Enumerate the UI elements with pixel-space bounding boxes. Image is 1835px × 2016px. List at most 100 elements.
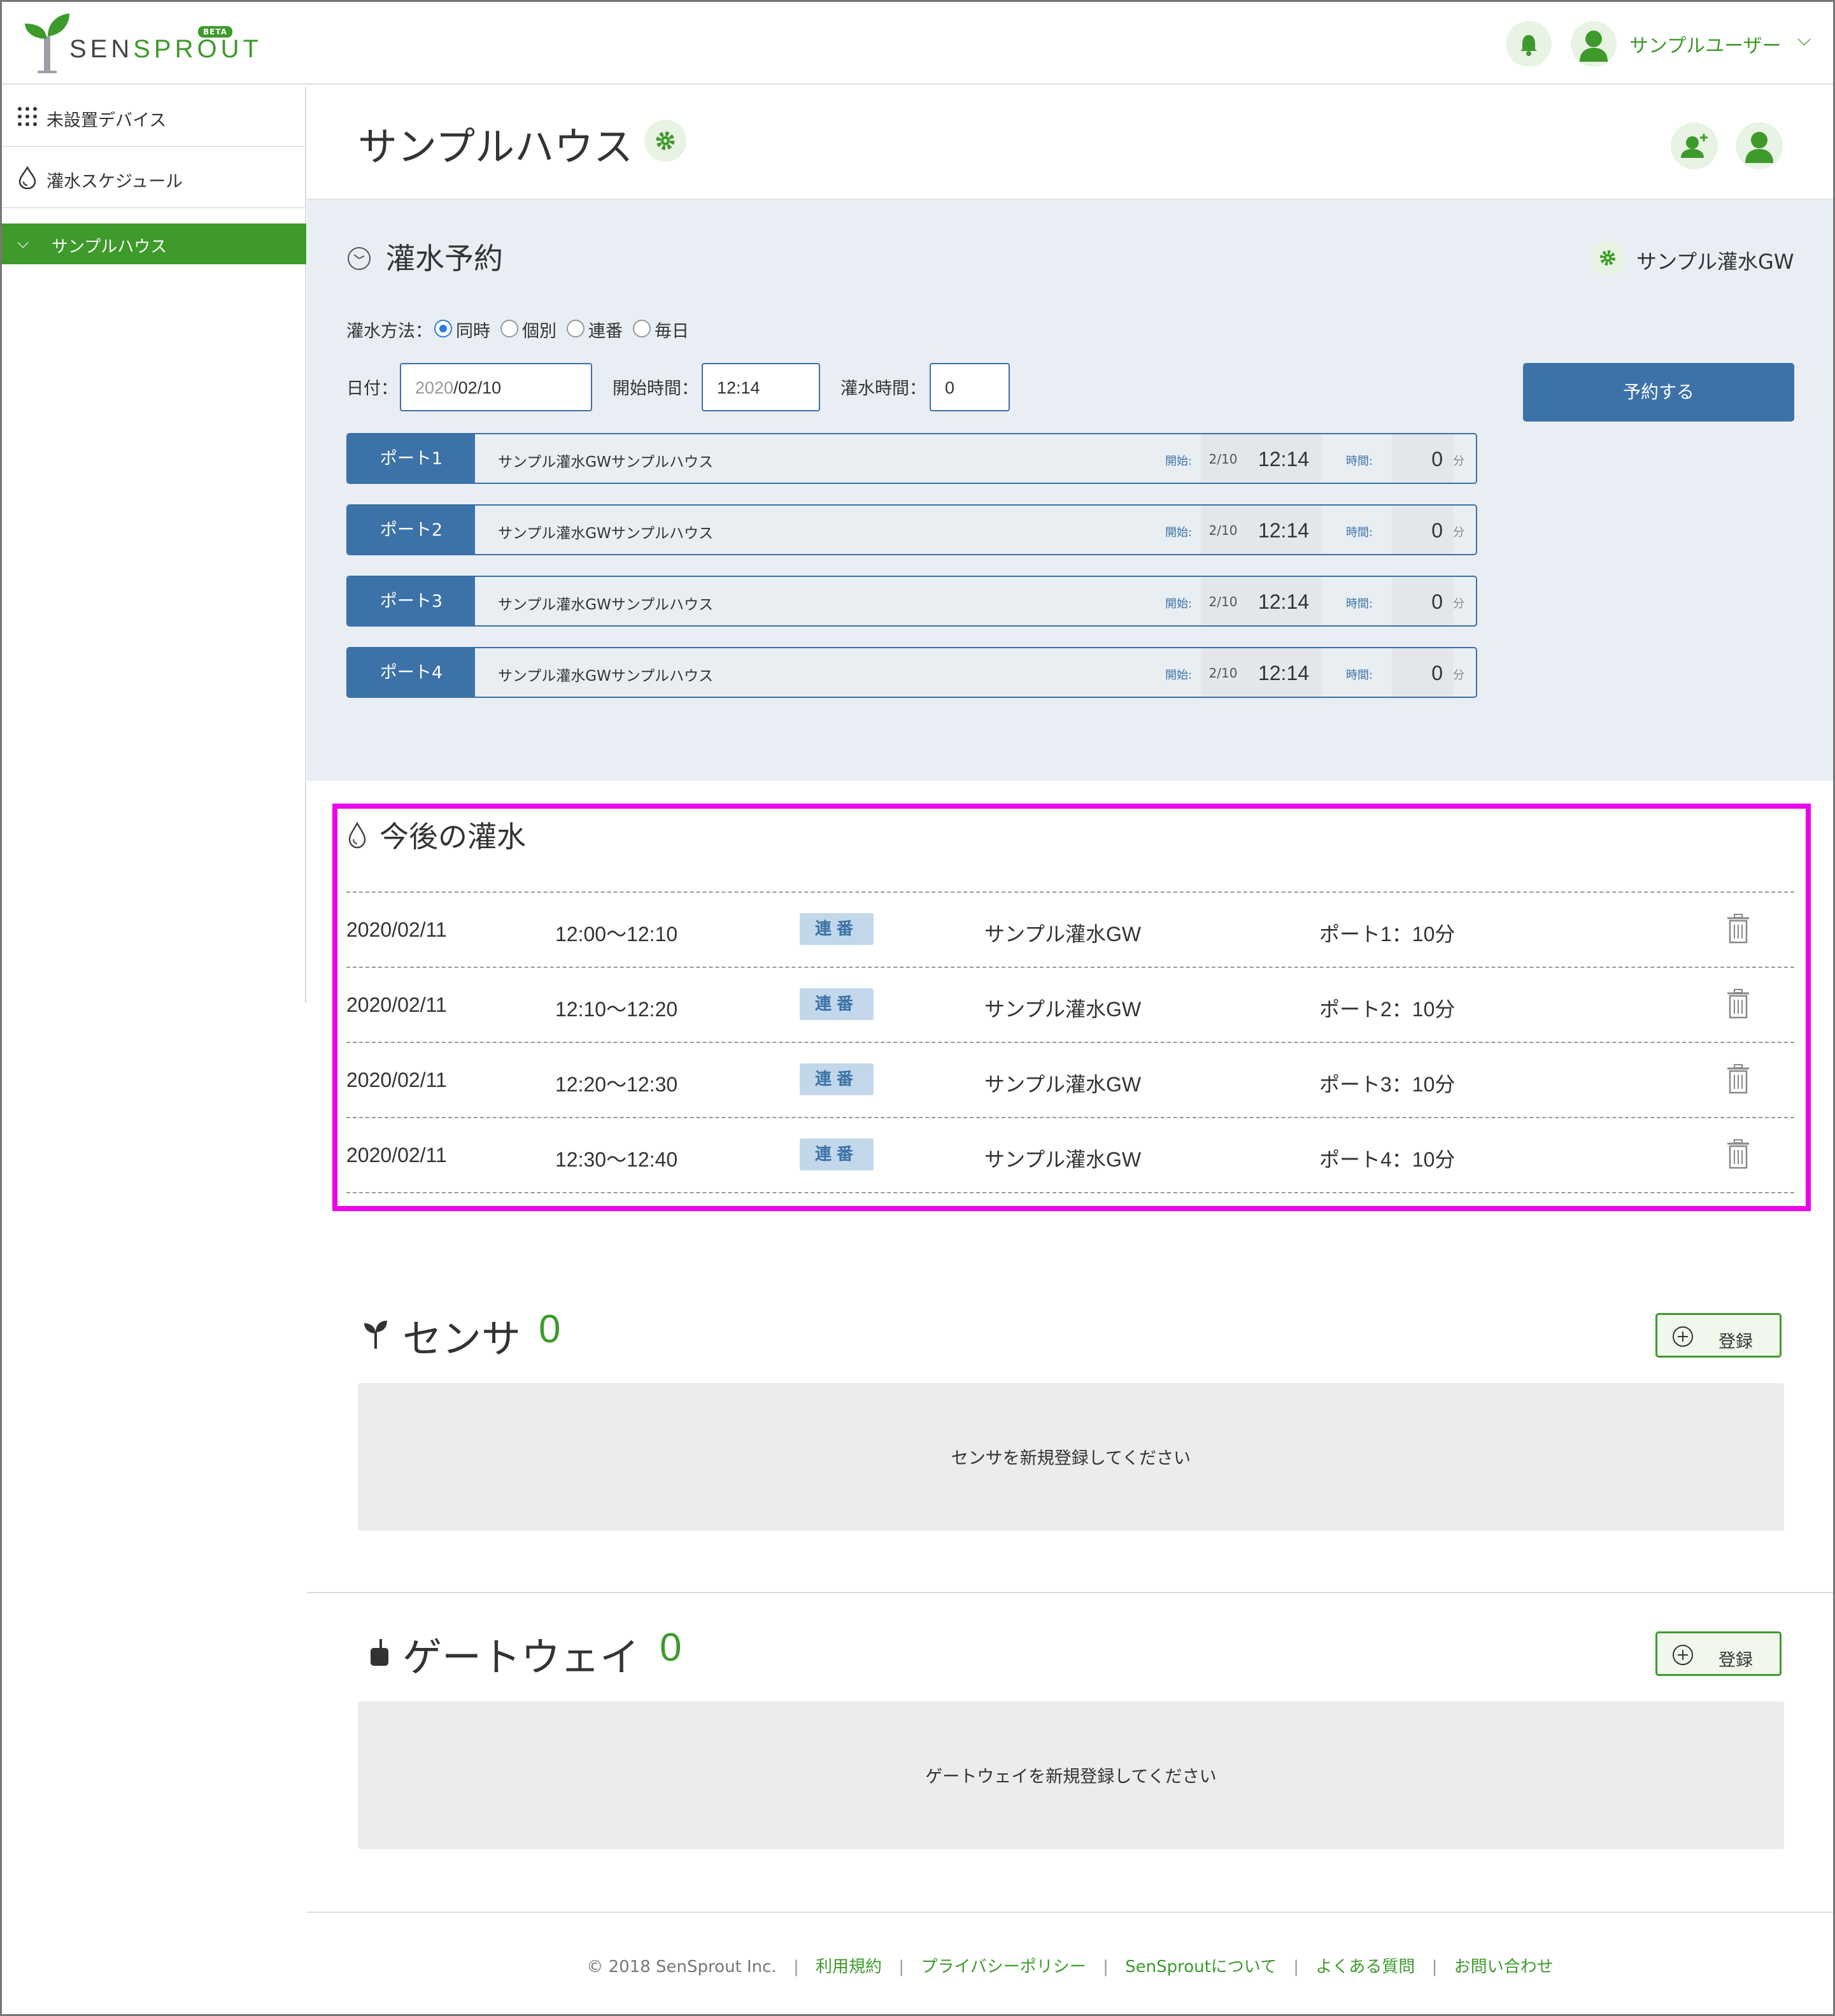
footer: © 2018 SenSprout Inc. | 利用規約 | プライバシーポリシ… [307, 1954, 1833, 1977]
user-avatar[interactable] [1571, 21, 1617, 67]
sensors-title: センサ [402, 1316, 521, 1362]
sidebar-item-irrigation-schedule[interactable]: 灌水スケジュール [2, 147, 305, 208]
upcoming-title: 今後の灌水 [379, 820, 526, 854]
register-gateway-button[interactable]: 登録 [1655, 1631, 1782, 1676]
trash-icon[interactable] [1725, 1139, 1751, 1170]
droplet-icon [18, 166, 36, 189]
port-duration-input[interactable]: 0 [1392, 577, 1453, 625]
upcoming-date: 2020/02/11 [346, 993, 447, 1016]
sprout-icon [364, 1321, 387, 1349]
gateway-icon [371, 1639, 388, 1666]
sidebar-item-label: 未設置デバイス [46, 111, 167, 131]
upcoming-date: 2020/02/11 [346, 1144, 447, 1167]
sensors-empty-message: センサを新規登録してください [951, 1449, 1191, 1468]
date-year: 2020 [415, 378, 454, 397]
sidebar: 未設置デバイス 灌水スケジュール ⌵ サンプルハウス [2, 86, 306, 1003]
sensors-empty-state: センサを新規登録してください [358, 1383, 1784, 1531]
row-divider [346, 967, 1794, 968]
upcoming-time: 12:00〜12:10 [555, 923, 678, 946]
add-user-icon [1681, 134, 1708, 158]
port-start-label: 開始: [1165, 526, 1193, 539]
footer-link-about[interactable]: SenSproutについて [1125, 1957, 1277, 1977]
port-duration-label: 時間: [1346, 455, 1373, 468]
port-start-time[interactable]: 12:14 [1245, 577, 1322, 625]
brand-logo[interactable]: SENSPROUT BETA [25, 11, 259, 75]
port-duration-label: 時間: [1346, 669, 1373, 682]
footer-separator: | [793, 1957, 799, 1977]
row-divider [346, 1042, 1794, 1043]
grid-icon [18, 107, 37, 126]
port-start-date[interactable]: 2/10 [1201, 506, 1245, 554]
footer-link-terms[interactable]: 利用規約 [816, 1957, 882, 1977]
footer-link-privacy[interactable]: プライバシーポリシー [921, 1957, 1086, 1977]
port-duration-label: 時間: [1346, 526, 1373, 539]
top-header: SENSPROUT BETA サンプルユーザー ⌵ [2, 2, 1833, 85]
sidebar-item-sample-house[interactable]: ⌵ サンプルハウス [2, 224, 306, 264]
method-radio-simultaneous[interactable] [434, 320, 452, 337]
port-duration-input[interactable]: 0 [1392, 434, 1453, 483]
register-sensor-button[interactable]: 登録 [1655, 1313, 1782, 1358]
duration-field[interactable]: 0 [930, 363, 1010, 411]
port-start-time[interactable]: 12:14 [1245, 648, 1322, 697]
upcoming-gateway: サンプル灌水GW [984, 998, 1142, 1021]
gateway-settings-button[interactable] [1591, 241, 1625, 275]
sidebar-item-label: サンプルハウス [52, 238, 167, 257]
port-duration-input[interactable]: 0 [1392, 648, 1453, 697]
port-duration-unit: 分 [1453, 526, 1464, 539]
gateways-empty-state: ゲートウェイを新規登録してください [358, 1701, 1784, 1849]
gateways-count: 0 [660, 1626, 682, 1670]
member-avatar[interactable] [1736, 122, 1783, 169]
port-duration-input[interactable]: 0 [1392, 506, 1453, 554]
port-start-time[interactable]: 12:14 [1245, 434, 1322, 483]
port-start-date[interactable]: 2/10 [1201, 577, 1245, 625]
footer-link-faq[interactable]: よくある質問 [1315, 1957, 1415, 1977]
upcoming-gateway: サンプル灌水GW [984, 923, 1142, 946]
duration-label: 灌水時間： [840, 379, 926, 399]
sensors-count: 0 [539, 1307, 561, 1351]
method-radio-daily[interactable] [633, 320, 651, 337]
port-start-time[interactable]: 12:14 [1245, 506, 1322, 554]
register-label: 登録 [1718, 1332, 1753, 1352]
method-radio-sequential[interactable] [567, 320, 585, 337]
port-start-label: 開始: [1165, 455, 1193, 468]
brand-name: SENSPROUT [69, 35, 262, 64]
chevron-down-icon[interactable]: ⌵ [1797, 29, 1811, 50]
notification-button[interactable] [1506, 21, 1552, 67]
port-tag: ポート3 [348, 577, 475, 625]
footer-link-contact[interactable]: お問い合わせ [1454, 1957, 1554, 1977]
upcoming-time: 12:30〜12:40 [555, 1148, 678, 1171]
port-description: サンプル灌水GWサンプルハウス [498, 454, 714, 471]
trash-icon[interactable] [1725, 913, 1751, 945]
house-settings-button[interactable] [644, 120, 686, 162]
method-label-simultaneous: 同時 [456, 322, 490, 341]
port-description: サンプル灌水GWサンプルハウス [498, 597, 714, 613]
section-divider [307, 1592, 1833, 1593]
user-icon [1745, 132, 1773, 163]
port-tag: ポート1 [348, 434, 475, 483]
port-start-date[interactable]: 2/10 [1201, 434, 1245, 483]
port-row[interactable]: ポート1 サンプル灌水GWサンプルハウス 開始: 2/10 12:14 時間: … [346, 433, 1477, 484]
start-time-field[interactable]: 12:14 [702, 363, 820, 411]
date-field[interactable]: 2020/02/10 [400, 363, 592, 411]
trash-icon[interactable] [1725, 988, 1751, 1020]
port-row[interactable]: ポート3 サンプル灌水GWサンプルハウス 開始: 2/10 12:14 時間: … [346, 576, 1477, 627]
port-duration-label: 時間: [1346, 597, 1373, 611]
upcoming-date: 2020/02/11 [346, 918, 447, 941]
port-row[interactable]: ポート2 サンプル灌水GWサンプルハウス 開始: 2/10 12:14 時間: … [346, 504, 1477, 555]
gateways-empty-message: ゲートウェイを新規登録してください [925, 1767, 1217, 1787]
sidebar-item-uninstalled-devices[interactable]: 未設置デバイス [2, 86, 305, 147]
bell-icon [1520, 35, 1537, 56]
port-start-date[interactable]: 2/10 [1201, 648, 1245, 697]
user-name-menu[interactable]: サンプルユーザー [1629, 30, 1782, 58]
page-title: サンプルハウス [358, 124, 634, 170]
reserve-button[interactable]: 予約する [1523, 363, 1794, 422]
gear-icon [1600, 250, 1615, 266]
mode-badge: 連番 [800, 988, 874, 1020]
trash-icon[interactable] [1725, 1063, 1751, 1095]
add-user-button[interactable] [1671, 122, 1718, 169]
reservation-title: 灌水予約 [386, 241, 503, 276]
method-radio-individual[interactable] [500, 320, 518, 337]
footer-separator: | [1103, 1957, 1109, 1977]
port-row[interactable]: ポート4 サンプル灌水GWサンプルハウス 開始: 2/10 12:14 時間: … [346, 647, 1477, 698]
upcoming-port: ポート3：10分 [1319, 1073, 1456, 1096]
